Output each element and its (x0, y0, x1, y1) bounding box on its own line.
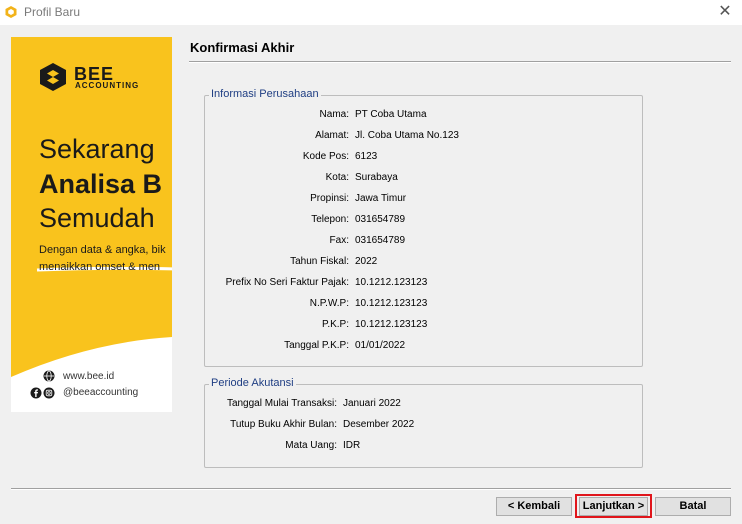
company-row-postal: Kode Pos: 6123 (205, 151, 642, 165)
row-label: Mata Uang: (285, 440, 337, 451)
row-value: PT Coba Utama (355, 109, 427, 120)
row-value: Januari 2022 (343, 398, 401, 409)
window-title: Profil Baru (24, 5, 81, 19)
globe-icon (43, 370, 55, 382)
row-label: Tanggal Mulai Transaksi: (226, 398, 337, 409)
company-row-city: Kota: Surabaya (205, 172, 642, 186)
row-label: Kota: (325, 172, 349, 183)
social-handle-text: @beeaccounting (63, 387, 139, 398)
row-label: Tahun Fiskal: (290, 256, 349, 267)
page-title: Konfirmasi Akhir (190, 40, 295, 55)
company-row-name: Nama: PT Coba Utama (205, 109, 642, 123)
company-row-fiscal-year: Tahun Fiskal: 2022 (205, 256, 642, 270)
banner-headline-2: Analisa B (39, 169, 163, 199)
row-value: Desember 2022 (343, 419, 415, 430)
brand-subtitle: ACCOUNTING (75, 81, 140, 90)
website-text: www.bee.id (63, 371, 115, 382)
row-label: Fax: (329, 235, 349, 246)
row-label: Tutup Buku Akhir Bulan: (230, 419, 337, 430)
row-value: 10.1212.123123 (355, 298, 428, 309)
row-label: N.P.W.P: (309, 298, 349, 309)
promo-banner: BEE ACCOUNTING Sekarang Analisa B Semuda… (11, 37, 172, 412)
company-row-npwp: N.P.W.P: 10.1212.123123 (205, 298, 642, 312)
row-value: 10.1212.123123 (355, 319, 428, 330)
next-button[interactable]: Lanjutkan > (579, 497, 648, 516)
company-row-fax: Fax: 031654789 (205, 235, 642, 249)
accounting-period-legend: Periode Akutansi (209, 377, 296, 389)
cancel-button[interactable]: Batal (655, 497, 731, 516)
banner-headline-3: Semudah (39, 203, 155, 233)
instagram-icon (43, 387, 55, 399)
row-label: Telepon: (311, 214, 349, 225)
company-row-pkp-date: Tanggal P.K.P: 01/01/2022 (205, 340, 642, 354)
company-info-legend: Informasi Perusahaan (209, 88, 321, 100)
title-bar: Profil Baru ✕ (0, 0, 742, 25)
row-value: 10.1212.123123 (355, 277, 428, 288)
row-label: Prefix No Seri Faktur Pajak: (225, 277, 349, 288)
row-value: Jl. Coba Utama No.123 (355, 130, 459, 141)
close-icon[interactable]: ✕ (716, 3, 734, 21)
company-row-tax-prefix: Prefix No Seri Faktur Pajak: 10.1212.123… (205, 277, 642, 291)
row-label: Propinsi: (310, 193, 349, 204)
row-label: Kode Pos: (302, 151, 349, 162)
row-label: Alamat: (315, 130, 349, 141)
facebook-icon (30, 387, 42, 399)
banner-desc-2: menaikkan omset & men (39, 261, 161, 273)
row-label: Nama: (319, 109, 349, 120)
row-value: 2022 (355, 256, 378, 267)
row-label: Tanggal P.K.P: (284, 340, 349, 351)
footer-separator (11, 488, 731, 490)
row-value: 031654789 (355, 214, 406, 225)
row-value: Surabaya (355, 172, 398, 183)
company-row-province: Propinsi: Jawa Timur (205, 193, 642, 207)
row-label: P.K.P: (321, 319, 349, 330)
company-row-pkp: P.K.P: 10.1212.123123 (205, 319, 642, 333)
title-separator (189, 61, 731, 63)
bee-app-icon (5, 6, 17, 18)
period-row-close: Tutup Buku Akhir Bulan: Desember 2022 (205, 419, 642, 433)
period-row-currency: Mata Uang: IDR (205, 440, 642, 454)
back-button[interactable]: < Kembali (496, 497, 572, 516)
accounting-period-group: Periode Akutansi Tanggal Mulai Transaksi… (204, 377, 643, 468)
company-row-phone: Telepon: 031654789 (205, 214, 642, 228)
bee-logo-icon (40, 63, 66, 91)
row-value: 031654789 (355, 235, 406, 246)
row-value: 6123 (355, 151, 378, 162)
banner-headline-1: Sekarang (39, 134, 155, 164)
row-value: 01/01/2022 (355, 340, 406, 351)
company-info-group: Informasi Perusahaan Nama: PT Coba Utama… (204, 88, 643, 367)
row-value: IDR (343, 440, 361, 451)
period-row-start: Tanggal Mulai Transaksi: Januari 2022 (205, 398, 642, 412)
row-value: Jawa Timur (355, 193, 407, 204)
company-row-address: Alamat: Jl. Coba Utama No.123 (205, 130, 642, 144)
banner-desc-1: Dengan data & angka, bik (39, 244, 166, 256)
